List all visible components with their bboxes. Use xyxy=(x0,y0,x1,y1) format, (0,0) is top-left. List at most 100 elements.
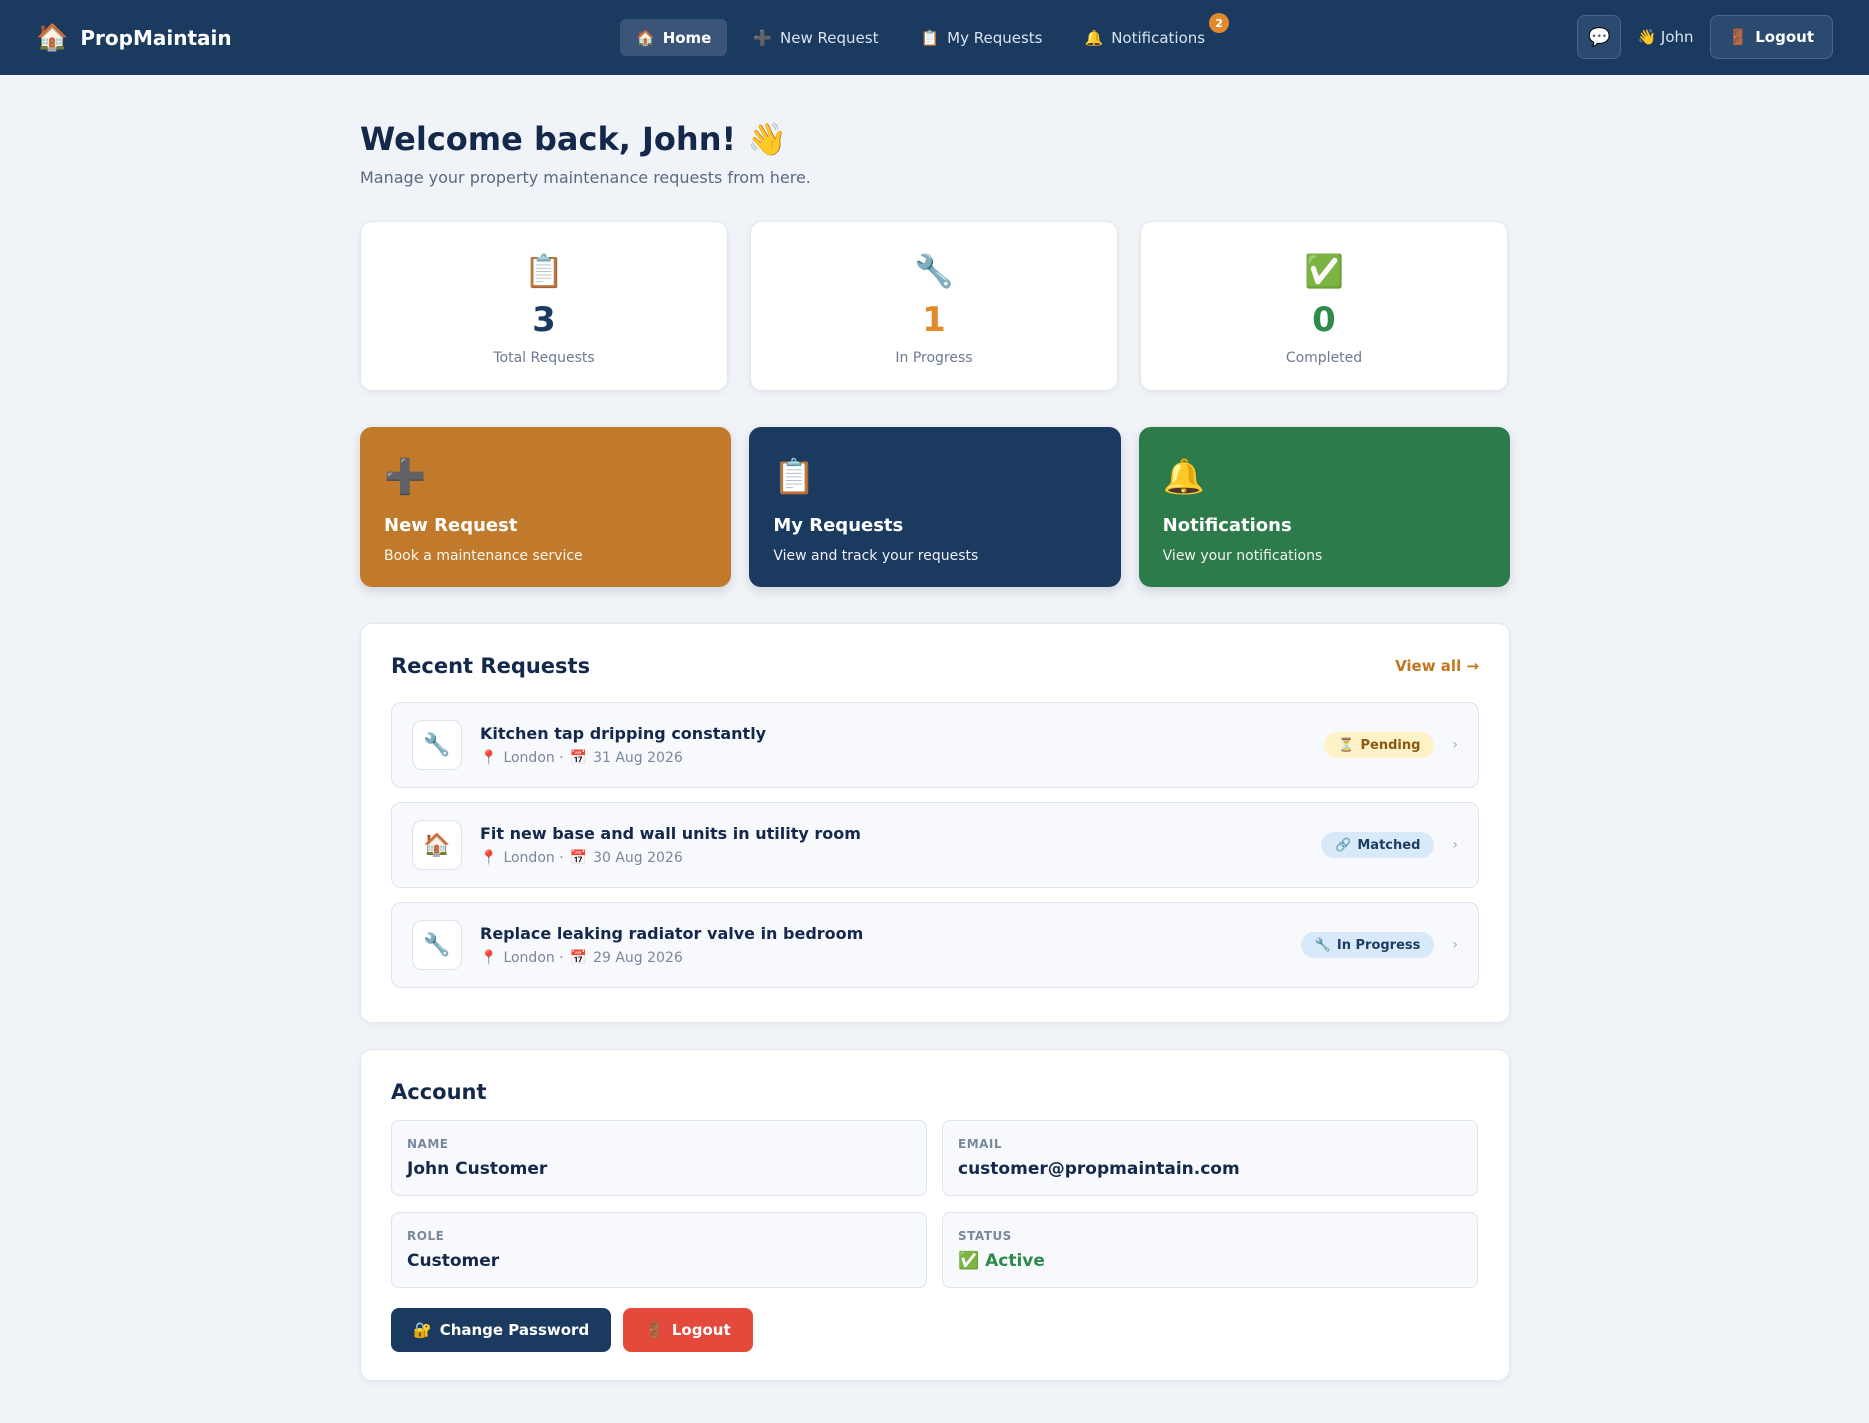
lock-icon: 🔐 xyxy=(413,1321,432,1339)
field-value: John Customer xyxy=(407,1159,548,1179)
page-title: Welcome back, John! 👋 xyxy=(360,120,788,158)
request-location: London · xyxy=(503,950,564,966)
link-icon: 🔗 xyxy=(1335,837,1352,853)
stat-value: 3 xyxy=(532,300,556,340)
request-title: Kitchen tap dripping constantly xyxy=(480,724,767,743)
pin-icon: 📍 xyxy=(480,950,498,966)
action-title: New Request xyxy=(384,515,518,536)
door-icon: 🚪 xyxy=(1728,28,1748,46)
field-value: Customer xyxy=(407,1251,500,1271)
recent-requests-panel: Recent Requests View all → 🔧 Kitchen tap… xyxy=(360,623,1510,1023)
nav-links: 🏠 Home ➕ New Request 📋 My Requests 🔔 Not… xyxy=(620,13,1230,56)
plus-icon: ➕ xyxy=(384,457,427,497)
status-label: Pending xyxy=(1360,737,1421,753)
door-icon: 🚪 xyxy=(645,1321,664,1339)
field-label: ROLE xyxy=(407,1229,445,1243)
status-badge: 🔧 In Progress xyxy=(1300,932,1435,958)
house-icon: 🏠 xyxy=(36,22,69,53)
new-request-card[interactable]: ➕ New Request Book a maintenance service xyxy=(360,427,732,587)
nav-right: 💬 👋 John 🚪 Logout xyxy=(1577,15,1833,59)
nav-my-requests-label: My Requests xyxy=(947,28,1043,47)
pin-icon: 📍 xyxy=(480,750,498,766)
action-desc: View and track your requests xyxy=(773,548,979,564)
calendar-icon: 📅 xyxy=(569,850,588,866)
chevron-right-icon: › xyxy=(1452,937,1458,953)
clipboard-icon: 📋 xyxy=(920,28,940,47)
logout-button[interactable]: 🚪 Logout xyxy=(623,1308,753,1352)
account-fields: NAME John Customer EMAIL customer@propma… xyxy=(391,1120,1479,1288)
nav-logout-button[interactable]: 🚪 Logout xyxy=(1709,15,1833,59)
nav-logout-label: Logout xyxy=(1755,28,1814,46)
chevron-right-icon: › xyxy=(1452,837,1458,853)
status-value: Active xyxy=(985,1251,1045,1271)
nav-notifications[interactable]: 🔔 Notifications 2 xyxy=(1069,13,1230,56)
pin-icon: 📍 xyxy=(480,850,498,866)
account-actions: 🔐 Change Password 🚪 Logout xyxy=(391,1308,1479,1352)
wrench-icon: 🔧 xyxy=(412,720,462,770)
request-title: Replace leaking radiator valve in bedroo… xyxy=(480,924,864,943)
nav-home[interactable]: 🏠 Home xyxy=(620,19,728,56)
change-password-button[interactable]: 🔐 Change Password xyxy=(391,1308,612,1352)
recent-requests-title: Recent Requests xyxy=(391,654,591,678)
stat-label: Completed xyxy=(1285,350,1363,366)
field-label: EMAIL xyxy=(958,1137,1003,1151)
stat-value: 1 xyxy=(922,300,946,340)
calendar-icon: 📅 xyxy=(569,750,588,766)
house-icon: 🏠 xyxy=(636,28,655,47)
request-list: 🔧 Kitchen tap dripping constantly 📍 Lond… xyxy=(391,702,1479,988)
nav-my-requests[interactable]: 📋 My Requests xyxy=(904,19,1058,56)
account-title: Account xyxy=(391,1080,487,1104)
notifications-card[interactable]: 🔔 Notifications View your notifications xyxy=(1138,427,1510,587)
request-location: London · xyxy=(503,750,564,766)
view-all-link[interactable]: View all → xyxy=(1395,657,1479,675)
check-icon: ✅ xyxy=(958,1251,980,1271)
check-icon: ✅ xyxy=(1304,252,1344,290)
brand[interactable]: 🏠 PropMaintain xyxy=(36,23,232,53)
change-password-label: Change Password xyxy=(439,1321,590,1339)
field-value: customer@propmaintain.com xyxy=(958,1159,1240,1179)
list-item[interactable]: 🔧 Replace leaking radiator valve in bedr… xyxy=(391,902,1479,988)
request-date: 29 Aug 2026 xyxy=(593,950,683,966)
stat-value: 0 xyxy=(1312,300,1336,340)
stat-total-requests: 📋 3 Total Requests xyxy=(360,221,728,391)
stats-row: 📋 3 Total Requests 🔧 1 In Progress ✅ 0 C… xyxy=(360,221,1510,391)
nav-notifications-label: Notifications xyxy=(1111,28,1206,47)
quick-actions: ➕ New Request Book a maintenance service… xyxy=(360,427,1510,587)
chevron-right-icon: › xyxy=(1452,737,1458,753)
bell-icon: 🔔 xyxy=(1084,28,1104,47)
hourglass-icon: ⏳ xyxy=(1338,737,1355,753)
action-title: My Requests xyxy=(773,515,904,536)
wrench-icon: 🔧 xyxy=(412,920,462,970)
clipboard-icon: 📋 xyxy=(524,252,564,290)
action-desc: Book a maintenance service xyxy=(384,548,583,564)
request-date: 31 Aug 2026 xyxy=(593,750,683,766)
status-badge: ⏳ Pending xyxy=(1324,732,1435,758)
main-content: Welcome back, John! 👋 Manage your proper… xyxy=(360,75,1510,1381)
my-requests-card[interactable]: 📋 My Requests View and track your reques… xyxy=(749,427,1121,587)
stat-label: Total Requests xyxy=(493,350,595,366)
status-label: In Progress xyxy=(1336,937,1421,953)
house-icon: 🏠 xyxy=(412,820,462,870)
field-label: STATUS xyxy=(958,1229,1012,1243)
field-value: ✅ Active xyxy=(958,1251,1462,1271)
request-date: 30 Aug 2026 xyxy=(593,850,683,866)
account-panel: Account NAME John Customer EMAIL custome… xyxy=(360,1049,1510,1381)
stat-in-progress: 🔧 1 In Progress xyxy=(750,221,1118,391)
nav-new-request-label: New Request xyxy=(780,28,879,47)
role-field: ROLE Customer xyxy=(391,1212,927,1288)
bell-icon: 🔔 xyxy=(1162,457,1205,497)
stat-completed: ✅ 0 Completed xyxy=(1140,221,1508,391)
action-title: Notifications xyxy=(1162,515,1292,536)
list-item[interactable]: 🔧 Kitchen tap dripping constantly 📍 Lond… xyxy=(391,702,1479,788)
wrench-icon: 🔧 xyxy=(1314,937,1331,953)
email-field: EMAIL customer@propmaintain.com xyxy=(942,1120,1478,1196)
name-field: NAME John Customer xyxy=(391,1120,927,1196)
nav-new-request[interactable]: ➕ New Request xyxy=(737,19,894,56)
wrench-icon: 🔧 xyxy=(914,252,954,290)
chat-button[interactable]: 💬 xyxy=(1577,15,1622,59)
brand-name: PropMaintain xyxy=(80,25,232,50)
request-location: London · xyxy=(503,850,564,866)
stat-label: In Progress xyxy=(895,350,973,366)
notification-count-badge: 2 xyxy=(1209,13,1230,33)
list-item[interactable]: 🏠 Fit new base and wall units in utility… xyxy=(391,802,1479,888)
